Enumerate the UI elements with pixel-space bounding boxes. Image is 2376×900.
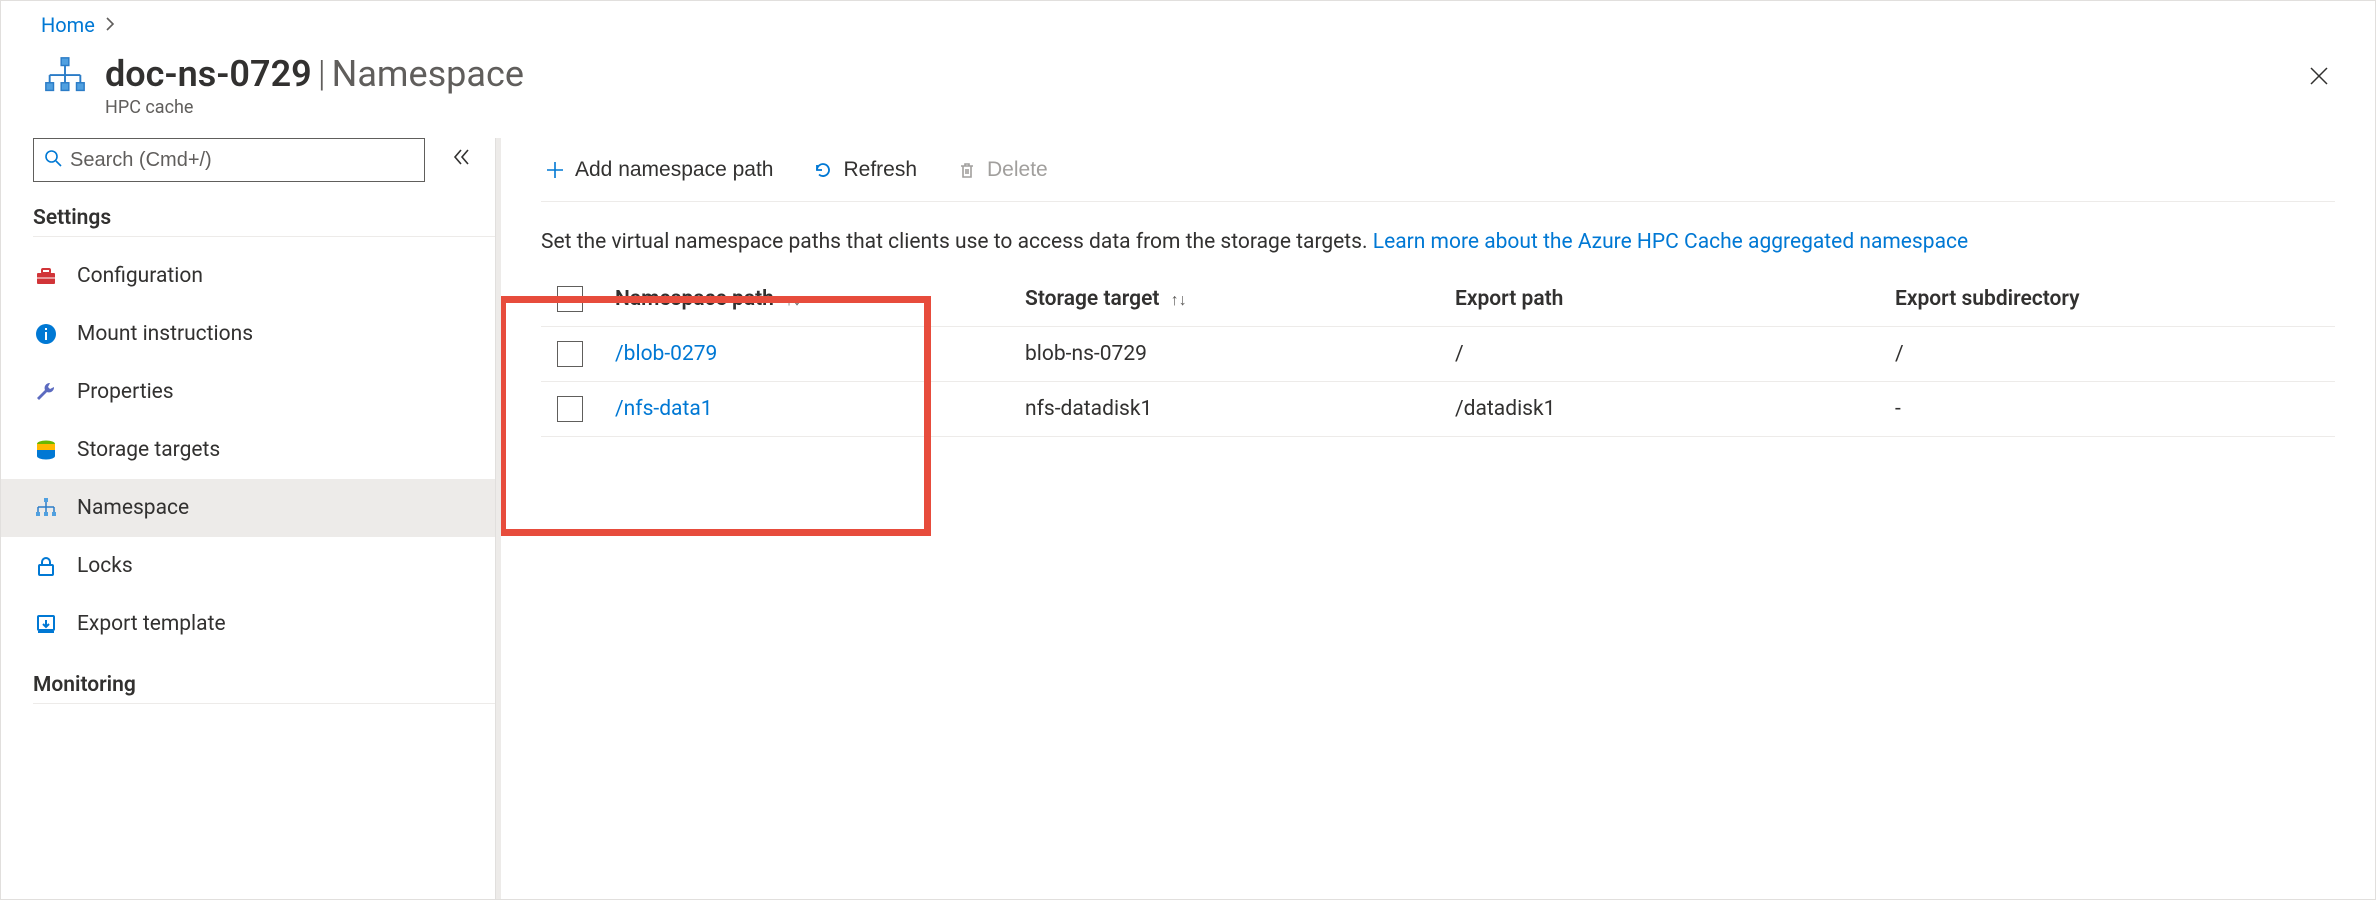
column-header-select[interactable]: [541, 272, 599, 327]
refresh-button[interactable]: Refresh: [809, 150, 921, 190]
resource-header: doc-ns-0729 | Namespace HPC cache: [1, 43, 2375, 138]
resource-name: doc-ns-0729: [105, 53, 312, 95]
trash-icon: [957, 160, 977, 180]
sidebar-item-label: Mount instructions: [77, 322, 253, 346]
sidebar-section-monitoring: Monitoring: [33, 673, 501, 704]
close-icon: [2309, 66, 2329, 89]
toolbar-button-label: Refresh: [843, 158, 917, 182]
chevron-double-left-icon: [452, 149, 470, 171]
cell-export-path: /datadisk1: [1439, 382, 1879, 437]
toolbar-button-label: Delete: [987, 158, 1048, 182]
learn-more-link[interactable]: Learn more about the Azure HPC Cache agg…: [1373, 230, 1968, 254]
intro-text: Set the virtual namespace paths that cli…: [541, 230, 2335, 254]
sidebar-item-label: Storage targets: [77, 438, 220, 462]
storage-icon: [33, 437, 59, 463]
delete-button: Delete: [953, 150, 1052, 190]
main-content: Add namespace path Refresh Delete Set th…: [501, 138, 2375, 899]
sidebar-item-configuration[interactable]: Configuration: [33, 247, 501, 305]
wrench-icon: [33, 379, 59, 405]
sort-icon: ↑↓: [785, 290, 801, 309]
column-header-export-subdirectory[interactable]: Export subdirectory: [1879, 272, 2335, 327]
sidebar: Settings Configuration Mount instruction…: [1, 138, 501, 899]
export-icon: [33, 611, 59, 637]
sidebar-item-label: Namespace: [77, 496, 189, 520]
add-namespace-path-button[interactable]: Add namespace path: [541, 150, 777, 190]
sidebar-item-storage-targets[interactable]: Storage targets: [33, 421, 501, 479]
sidebar-item-properties[interactable]: Properties: [33, 363, 501, 421]
chevron-right-icon: [105, 16, 115, 35]
sidebar-section-settings: Settings: [33, 206, 501, 237]
table-row[interactable]: /blob-0279 blob-ns-0729 / /: [541, 327, 2335, 382]
namespace-table: Namespace path ↑↓ Storage target ↑↓ Expo…: [541, 272, 2335, 437]
sidebar-item-mount-instructions[interactable]: Mount instructions: [33, 305, 501, 363]
search-input[interactable]: [70, 149, 414, 172]
sidebar-item-namespace[interactable]: Namespace: [1, 479, 495, 537]
resource-type: HPC cache: [105, 97, 524, 118]
checkbox-all[interactable]: [557, 286, 583, 312]
toolbox-icon: [33, 263, 59, 289]
sidebar-item-label: Configuration: [77, 264, 203, 288]
page-title: doc-ns-0729 | Namespace: [105, 53, 524, 95]
namespace-icon: [33, 495, 59, 521]
column-header-export-path[interactable]: Export path: [1439, 272, 1879, 327]
toolbar: Add namespace path Refresh Delete: [541, 138, 2335, 202]
plus-icon: [545, 160, 565, 180]
row-checkbox[interactable]: [557, 341, 583, 367]
sidebar-item-label: Properties: [77, 380, 174, 404]
resource-section: Namespace: [332, 53, 524, 95]
toolbar-button-label: Add namespace path: [575, 158, 773, 182]
cell-storage-target: blob-ns-0729: [1009, 327, 1439, 382]
namespace-path-link[interactable]: /nfs-data1: [615, 397, 713, 421]
sidebar-item-label: Locks: [77, 554, 133, 578]
sort-icon: ↑↓: [1171, 290, 1187, 309]
sidebar-item-export-template[interactable]: Export template: [33, 595, 501, 653]
sidebar-item-label: Export template: [77, 612, 226, 636]
search-icon: [44, 148, 62, 172]
cell-storage-target: nfs-datadisk1: [1009, 382, 1439, 437]
sidebar-search[interactable]: [33, 138, 425, 182]
info-icon: [33, 321, 59, 347]
cell-export-subdir: /: [1879, 327, 2335, 382]
namespace-path-link[interactable]: /blob-0279: [615, 342, 717, 366]
row-checkbox[interactable]: [557, 396, 583, 422]
lock-icon: [33, 553, 59, 579]
cell-export-subdir: -: [1879, 382, 2335, 437]
sidebar-item-locks[interactable]: Locks: [33, 537, 501, 595]
column-header-storage-target[interactable]: Storage target ↑↓: [1009, 272, 1439, 327]
hpc-cache-icon: [41, 53, 89, 101]
cell-export-path: /: [1439, 327, 1879, 382]
refresh-icon: [813, 160, 833, 180]
column-header-namespace-path[interactable]: Namespace path ↑↓: [599, 272, 1009, 327]
collapse-sidebar-button[interactable]: [445, 144, 477, 176]
close-button[interactable]: [2303, 61, 2335, 93]
breadcrumb-home[interactable]: Home: [41, 13, 95, 37]
breadcrumb: Home: [1, 1, 2375, 43]
table-row[interactable]: /nfs-data1 nfs-datadisk1 /datadisk1 -: [541, 382, 2335, 437]
